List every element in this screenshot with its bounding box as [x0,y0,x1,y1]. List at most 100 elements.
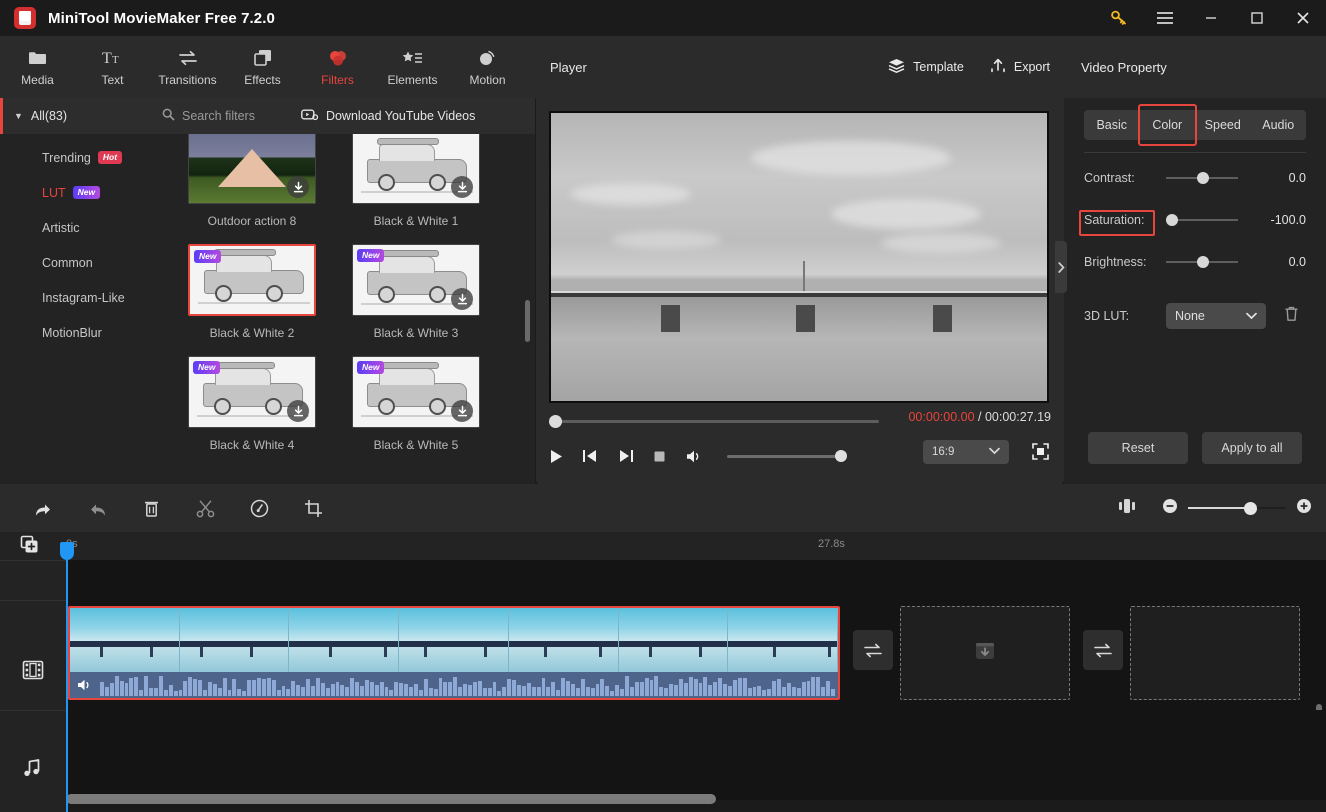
filter-card-black-white-2[interactable]: New Black & White 2 [188,244,316,352]
category-all[interactable]: ▼ All(83) [0,98,148,134]
aspect-ratio-select[interactable]: 16:9 [923,440,1009,464]
filter-card-black-white-1[interactable]: Black & White 1 [352,134,480,240]
speed-button[interactable] [232,484,286,532]
video-preview[interactable] [551,113,1047,401]
zoom-slider[interactable] [1188,501,1286,515]
volume-slider[interactable] [727,449,847,463]
export-button[interactable]: Export [990,58,1050,76]
category-item-instagram-like[interactable]: Instagram-Like [0,280,148,315]
toolbar-item-elements[interactable]: Elements [375,36,450,98]
download-icon[interactable] [287,400,309,422]
key-icon[interactable] [1096,0,1142,36]
play-button[interactable] [549,449,563,464]
search-input[interactable]: Search filters [162,108,255,124]
collapse-panel-button[interactable] [1055,241,1067,293]
stop-button[interactable] [653,450,666,463]
timeline-lane-overlay[interactable] [66,560,1326,600]
audio-waveform [100,674,838,696]
split-view-icon[interactable] [1118,498,1136,519]
contrast-slider[interactable] [1166,171,1238,185]
download-youtube-videos-button[interactable]: Download YouTube Videos [301,108,475,124]
ruler-label: 27.8s [818,538,845,550]
apply-to-all-button[interactable]: Apply to all [1202,432,1302,464]
category-item-lut[interactable]: LUT New [0,175,148,210]
toolbar-item-text[interactable]: TT Text [75,36,150,98]
tab-label: Speed [1204,118,1241,132]
timeline-horizontal-scrollbar[interactable] [66,794,716,804]
trash-icon[interactable] [1284,306,1299,327]
tab-label: Color [1152,118,1183,132]
filter-card-outdoor-action-8[interactable]: Outdoor action 8 [188,134,316,240]
maximize-button[interactable] [1234,0,1280,36]
toolbar-item-transitions[interactable]: Transitions [150,36,225,98]
fullscreen-button[interactable] [1032,443,1049,460]
timeline-zoom-controls [1118,498,1326,519]
zoom-in-icon[interactable] [1296,498,1312,519]
download-icon[interactable] [451,176,473,198]
menu-icon[interactable] [1142,0,1188,36]
download-icon[interactable] [451,400,473,422]
player-title: Player [550,59,587,75]
toolbar-item-media[interactable]: Media [0,36,75,98]
zoom-knob[interactable] [1244,501,1257,515]
toolbar-item-effects[interactable]: Effects [225,36,300,98]
timeline-ruler[interactable]: 0s 27.8s [66,532,1326,560]
volume-button[interactable] [686,449,703,464]
playhead[interactable] [60,542,74,812]
lut-select[interactable]: None [1166,303,1266,329]
redo-button[interactable] [70,484,124,532]
add-track-icon[interactable] [20,535,40,560]
filter-panel: Search filters Download YouTube Videos O… [148,98,535,484]
tab-audio[interactable]: Audio [1251,110,1307,140]
timeline-lane-video[interactable] [66,600,1326,752]
download-icon[interactable] [287,176,309,198]
slider-knob[interactable] [1197,172,1209,184]
brightness-label: Brightness: [1084,255,1147,269]
download-icon[interactable] [451,288,473,310]
drop-zone-2[interactable] [1130,606,1300,700]
playhead-handle[interactable] [60,542,74,560]
template-button[interactable]: Template [888,58,964,76]
new-badge: New [357,361,385,374]
slider-knob[interactable] [1166,214,1178,226]
zoom-out-icon[interactable] [1162,498,1178,519]
close-button[interactable] [1280,0,1326,36]
brightness-slider[interactable] [1166,255,1238,269]
volume-knob[interactable] [835,450,847,462]
transition-slot-1[interactable] [853,630,893,670]
category-item-motionblur[interactable]: MotionBlur [0,315,148,350]
current-time: 00:00:00.00 [908,410,975,424]
delete-button[interactable] [124,484,178,532]
crop-button[interactable] [286,484,340,532]
timeline-lane-audio[interactable] [66,710,1326,800]
category-item-artistic[interactable]: Artistic [0,210,148,245]
saturation-slider[interactable] [1166,213,1238,227]
split-button[interactable] [178,484,232,532]
previous-frame-button[interactable] [583,449,598,463]
tab-basic[interactable]: Basic [1084,110,1140,140]
tab-speed[interactable]: Speed [1195,110,1251,140]
reset-button[interactable]: Reset [1088,432,1188,464]
toolbar-item-filters[interactable]: Filters [300,36,375,98]
tab-color[interactable]: Color [1137,104,1197,146]
toolbar-item-motion[interactable]: Motion [450,36,525,98]
speaker-icon[interactable] [70,678,100,692]
drop-zone-1[interactable] [900,606,1070,700]
seek-knob[interactable] [549,414,562,428]
category-item-common[interactable]: Common [0,245,148,280]
filter-card-black-white-3[interactable]: New Black & White 3 [352,244,480,352]
next-frame-button[interactable] [618,449,633,463]
seek-bar[interactable]: 00:00:00.00 / 00:00:27.19 [549,410,1051,428]
video-clip[interactable] [68,606,840,700]
property-tabs: Basic Color Speed Audio [1084,104,1307,146]
filter-card-black-white-5[interactable]: New Black & White 5 [352,356,480,464]
slider-knob[interactable] [1197,256,1209,268]
filter-card-black-white-4[interactable]: New Black & White 4 [188,356,316,464]
filter-grid-scrollbar[interactable] [525,300,530,342]
transition-slot-2[interactable] [1083,630,1123,670]
category-item-trending[interactable]: Trending Hot [0,140,148,175]
aspect-ratio-value: 16:9 [932,446,955,458]
filter-name: Black & White 1 [373,214,459,228]
minimize-button[interactable] [1188,0,1234,36]
undo-button[interactable] [16,484,70,532]
